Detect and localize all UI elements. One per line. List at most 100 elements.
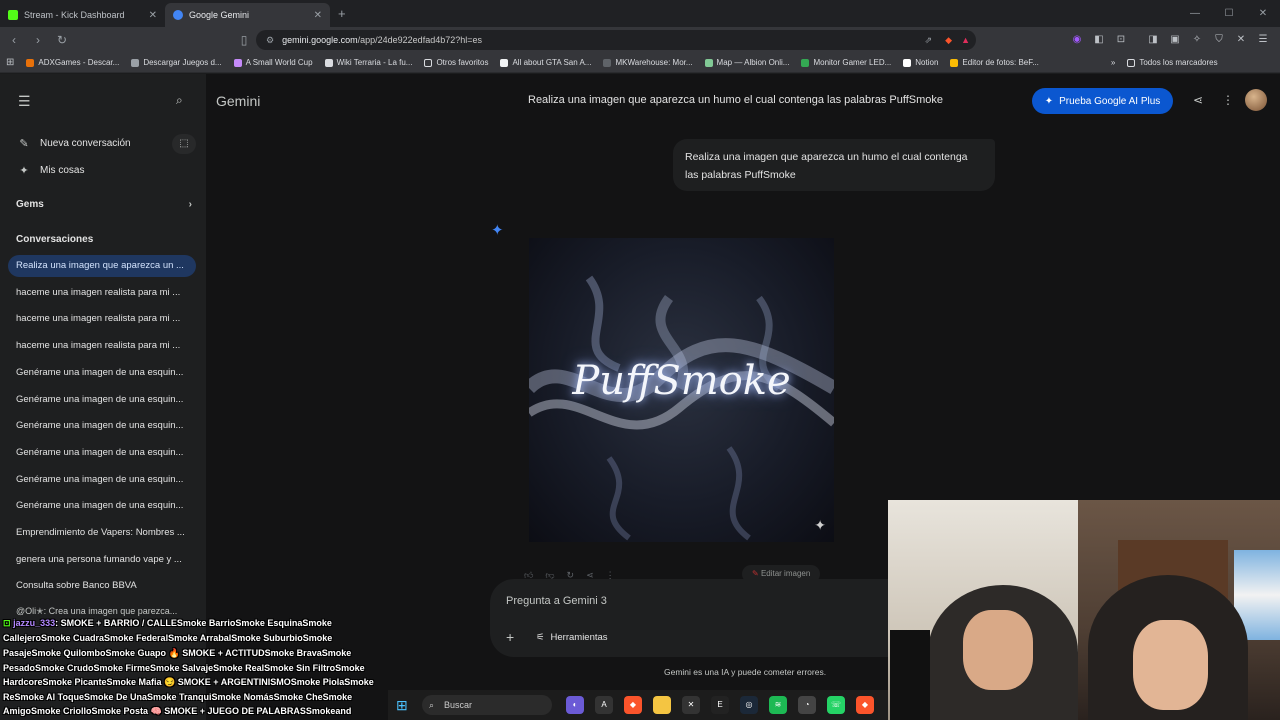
conversation-item[interactable]: Genérame una imagen de una esquin... — [8, 389, 196, 411]
prompt-input[interactable]: Pregunta a Gemini 3 — [506, 595, 607, 607]
gems-section[interactable]: Gems › — [16, 199, 192, 210]
site-info-icon[interactable]: ⚙ — [266, 35, 274, 46]
extension-icon[interactable]: ◧ — [1090, 31, 1108, 49]
temporary-chat-icon[interactable]: ⬚ — [172, 134, 196, 154]
bookmark-label: A Small World Cup — [245, 58, 313, 67]
bookmark-icon[interactable]: ▯ — [234, 33, 254, 47]
conversation-item[interactable]: Genérame una imagen de una esquin... — [8, 495, 196, 517]
conversation-item[interactable]: Genérame una imagen de una esquin... — [8, 415, 196, 437]
conversation-item[interactable]: Consulta sobre Banco BBVA — [8, 575, 196, 597]
url-path: /app/24de922edfad4b72?hl=es — [357, 35, 482, 45]
close-icon[interactable]: ✕ — [149, 10, 157, 21]
tools-icon: ⚟ — [536, 632, 545, 643]
taskbar: ⊞ ⌕ Buscar ◐ A ◆ ✕ E ◎ ≋ ◔ ☏ ◆ — [388, 690, 888, 720]
tools-icon[interactable]: ✕ — [1232, 31, 1250, 49]
notion-icon — [903, 58, 912, 67]
all-bookmarks[interactable]: Todos los marcadores — [1127, 58, 1218, 67]
vpn-icon[interactable]: ⛉ — [1210, 31, 1228, 49]
share-icon[interactable]: ⇗ — [924, 35, 932, 46]
wallet-icon[interactable]: ▣ — [1166, 31, 1184, 49]
bookmark-item[interactable]: Descargar Juegos d... — [131, 58, 222, 67]
conversation-item[interactable]: Realiza una imagen que aparezca un ... — [8, 255, 196, 277]
menu-icon[interactable]: ☰ — [1254, 31, 1272, 49]
webcam-face-right — [1133, 620, 1208, 710]
sidebar-icon[interactable]: ◨ — [1144, 31, 1162, 49]
minimize-icon[interactable]: — — [1178, 0, 1212, 27]
bookmark-favicon — [324, 58, 333, 67]
bookmark-item[interactable]: Map — Albion Onli... — [704, 58, 790, 67]
url-field[interactable]: ⚙ gemini.google.com/app/24de922edfad4b72… — [256, 30, 976, 50]
bookmark-favicon — [950, 58, 959, 67]
user-message: Realiza una imagen que aparezca un humo … — [673, 139, 995, 191]
bookmark-item[interactable]: MKWarehouse: Mor... — [603, 58, 693, 67]
back-icon[interactable]: ‹ — [4, 33, 24, 47]
chat-badge-icon: ⊡ — [3, 618, 11, 628]
spotify-icon[interactable]: ≋ — [769, 696, 787, 714]
windows-start-icon[interactable]: ⊞ — [396, 697, 408, 714]
bookmark-item[interactable]: Notion — [903, 58, 938, 67]
menu-icon[interactable]: ☰ — [18, 93, 31, 110]
close-icon[interactable]: ✕ — [314, 10, 322, 21]
conversation-item[interactable]: Genérame una imagen de una esquin... — [8, 442, 196, 464]
screen: Stream - Kick Dashboard ✕ Google Gemini … — [0, 0, 1280, 720]
whatsapp-icon[interactable]: ☏ — [827, 696, 845, 714]
bookmark-favicon — [704, 58, 713, 67]
app-brand[interactable]: Gemini — [216, 93, 260, 109]
conversation-item[interactable]: haceme una imagen realista para mi ... — [8, 282, 196, 304]
conversation-item[interactable]: Genérame una imagen de una esquin... — [8, 469, 196, 491]
brave-icon[interactable]: ◆ — [624, 696, 642, 714]
app-icon[interactable]: ◔ — [798, 696, 816, 714]
reload-icon[interactable]: ↻ — [52, 33, 72, 47]
new-chat-label: Nueva conversación — [40, 138, 131, 149]
extensions-puzzle-icon[interactable]: ✧ — [1188, 31, 1206, 49]
apps-grid-icon[interactable]: ⊞ — [6, 57, 14, 68]
close-window-icon[interactable]: ✕ — [1246, 0, 1280, 27]
new-chat-button[interactable]: ✎ Nueva conversación — [18, 137, 131, 150]
bookmark-item[interactable]: Monitor Gamer LED... — [801, 58, 891, 67]
bookmark-item[interactable]: ADXGames - Descar... — [26, 58, 119, 67]
bookmark-item[interactable]: All about GTA San A... — [500, 58, 591, 67]
ai-plus-button[interactable]: ✦ Prueba Google AI Plus — [1032, 88, 1173, 114]
extension-icon[interactable]: ◉ — [1068, 31, 1086, 49]
bookmark-folder[interactable]: Otros favoritos — [424, 58, 488, 67]
brave-shield-icon[interactable]: ◆ — [945, 35, 952, 46]
extension-icon[interactable]: ⊡ — [1112, 31, 1130, 49]
brave-icon[interactable]: ◆ — [856, 696, 874, 714]
conversation-item[interactable]: Genérame una imagen de una esquin... — [8, 362, 196, 384]
tools-button[interactable]: ⚟ Herramientas — [536, 632, 608, 643]
app-icon[interactable]: A — [595, 696, 613, 714]
bookmark-label: Map — Albion Onli... — [716, 58, 790, 67]
tab-kick-dashboard[interactable]: Stream - Kick Dashboard ✕ — [0, 3, 165, 27]
bookmark-item[interactable]: A Small World Cup — [233, 58, 313, 67]
copilot-icon[interactable]: ◐ — [566, 696, 584, 714]
tab-google-gemini[interactable]: Google Gemini ✕ — [165, 3, 330, 27]
avatar[interactable] — [1245, 89, 1267, 111]
xbox-icon[interactable]: ✕ — [682, 696, 700, 714]
conversation-item[interactable]: genera una persona fumando vape y ... — [8, 549, 196, 571]
bookmark-favicon — [500, 58, 509, 67]
taskbar-search[interactable]: ⌕ Buscar — [422, 695, 552, 715]
bookmark-item[interactable]: Wiki Terraria - La fu... — [324, 58, 412, 67]
my-stuff-button[interactable]: ✦ Mis cosas — [18, 164, 84, 177]
share-icon[interactable]: ⋖ — [1193, 93, 1203, 107]
chat-line: HardcoreSmoke PicanteSmoke Mafia 😏 SMOKE… — [3, 677, 374, 687]
chat-line: PesadoSmoke CrudoSmoke FirmeSmoke Salvaj… — [3, 663, 365, 673]
add-icon[interactable]: + — [506, 629, 514, 645]
bookmark-item[interactable]: Editor de fotos: BeF... — [950, 58, 1039, 67]
more-bookmarks-icon[interactable]: » — [1111, 58, 1115, 67]
forward-icon[interactable]: › — [28, 33, 48, 47]
conversation-item[interactable]: haceme una imagen realista para mi ... — [8, 335, 196, 357]
bookmark-label: Monitor Gamer LED... — [813, 58, 892, 67]
file-explorer-icon[interactable] — [653, 696, 671, 714]
search-icon[interactable]: ⌕ — [176, 93, 183, 108]
maximize-icon[interactable]: ☐ — [1212, 0, 1246, 27]
steam-icon[interactable]: ◎ — [740, 696, 758, 714]
conversation-item[interactable]: Emprendimiento de Vapers: Nombres ... — [8, 522, 196, 544]
more-options-icon[interactable]: ⋮ — [1222, 93, 1234, 107]
generated-image[interactable]: PuffSmoke ✦ — [529, 238, 834, 542]
conversation-item[interactable]: haceme una imagen realista para mi ... — [8, 308, 196, 330]
brave-rewards-icon[interactable]: ▲ — [961, 35, 970, 45]
epic-games-icon[interactable]: E — [711, 696, 729, 714]
kick-icon — [8, 10, 18, 20]
new-tab-icon[interactable]: + — [338, 6, 346, 21]
